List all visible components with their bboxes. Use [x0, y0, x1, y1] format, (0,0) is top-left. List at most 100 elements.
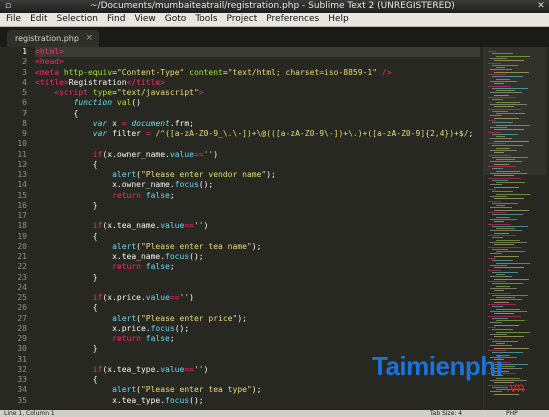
code-line[interactable]: return false; — [35, 191, 480, 201]
minimap-line — [496, 228, 515, 230]
code-line[interactable]: return false; — [35, 262, 480, 272]
code-line[interactable]: if(x.owner_name.value=='') — [35, 150, 480, 160]
code-line[interactable]: <title>Registration</title> — [35, 78, 480, 88]
menu-file[interactable]: File — [3, 13, 24, 26]
minimap-line — [496, 297, 515, 299]
code-line[interactable]: } — [35, 273, 480, 283]
code-line[interactable]: x.tea_name.focus(); — [35, 252, 480, 262]
code-line[interactable]: alert("Please enter tea name"); — [35, 242, 480, 252]
code-token: (x.price. — [102, 293, 146, 302]
menu-edit[interactable]: Edit — [27, 13, 50, 26]
minimap-line — [488, 177, 521, 179]
fold-arrow-icon[interactable]: ▾ — [24, 232, 28, 242]
code-line[interactable] — [35, 211, 480, 221]
line-number: 5 ▾ — [22, 88, 28, 98]
code-line[interactable]: return false; — [35, 334, 480, 344]
line-number: 20 — [17, 241, 27, 251]
code-line[interactable]: var x = document.frm; — [35, 119, 480, 129]
minimap-line — [494, 106, 514, 108]
code-token: (x.tea_type. — [102, 364, 161, 374]
fold-arrow-icon[interactable]: ▾ — [24, 375, 28, 385]
menu-goto[interactable]: Goto — [162, 13, 190, 26]
minimap-line — [496, 262, 530, 264]
code-line[interactable]: alert("Please enter vendor name"); — [35, 170, 480, 180]
code-line[interactable]: <meta http-equiv="Content-Type" content=… — [35, 68, 480, 78]
fold-arrow-icon[interactable]: ▾ — [24, 88, 28, 98]
minimap-line — [488, 143, 506, 144]
minimap-line — [488, 131, 501, 133]
code-line[interactable]: <head> — [35, 57, 480, 67]
minimap-line — [496, 136, 505, 138]
minimap-line — [492, 294, 528, 296]
code-line[interactable]: <html> — [35, 47, 480, 58]
fold-arrow-icon[interactable]: ▾ — [24, 109, 28, 119]
code-token: content — [184, 67, 223, 77]
syntax-mode[interactable]: PHP — [506, 410, 518, 417]
fold-arrow-icon[interactable]: ▾ — [24, 57, 28, 67]
line-number: 17 — [17, 211, 27, 220]
minimap-line — [494, 301, 509, 303]
minimap-line — [492, 329, 513, 331]
fold-arrow-icon[interactable]: ▾ — [24, 303, 28, 313]
code-line[interactable]: if(x.tea_name.value=='') — [35, 221, 480, 231]
minimap-line — [492, 76, 523, 78]
menu-tools[interactable]: Tools — [192, 13, 220, 26]
fold-arrow-icon[interactable]: ▾ — [24, 160, 28, 170]
title-bar: ▫ ~/Documents/mumbaiteatrail/registratio… — [0, 0, 549, 13]
minimap-line — [488, 51, 496, 52]
code-token: if — [92, 221, 103, 231]
editor[interactable]: 1 ▾ 2 ▾ 3 4 5 ▾ 6 ▾ 7 ▾ 8 9 10 11 12 ▾ 13 14 15 16 17 18 19 ▾ 20 21… — [0, 47, 549, 410]
code-line[interactable]: var filter = /^([a-zA-Z0-9_\.\-])+\@(([a… — [35, 129, 480, 139]
menu-bar: File Edit Selection Find View Goto Tools Projec… — [0, 13, 549, 27]
minimap-line — [496, 55, 530, 57]
menu-selection[interactable]: Selection — [54, 13, 101, 26]
minimap-line — [492, 87, 528, 89]
code-line[interactable]: { — [35, 303, 480, 313]
code-line[interactable]: { — [35, 109, 480, 119]
code-line[interactable]: alert("Please enter price"); — [35, 314, 480, 324]
code-line[interactable] — [35, 139, 480, 149]
line-number: 10 — [17, 139, 27, 149]
code-token: var — [92, 129, 113, 138]
code-token: value — [160, 221, 185, 231]
minimap-line — [494, 290, 504, 292]
menu-view[interactable]: View — [131, 13, 158, 26]
minimap-line — [494, 232, 509, 234]
minimap-line — [496, 320, 525, 322]
minimap-line — [492, 64, 518, 66]
minimap-line — [490, 92, 522, 94]
line-number: 32 — [17, 364, 27, 374]
code-line[interactable]: } — [35, 201, 480, 211]
menu-help[interactable]: Help — [325, 13, 352, 26]
minimap-line — [490, 230, 522, 232]
code-line[interactable] — [35, 283, 480, 293]
tab-registration-php[interactable]: registration.php × — [7, 30, 99, 47]
tab-size[interactable]: Tab Size: 4 — [430, 410, 462, 417]
fold-arrow-icon[interactable]: ▾ — [24, 47, 28, 57]
tab-close-icon[interactable]: × — [85, 30, 93, 47]
fold-arrow-icon[interactable]: ▾ — [24, 98, 28, 108]
code-line[interactable]: function val() — [35, 98, 480, 108]
minimap-line — [494, 140, 529, 142]
code-line[interactable]: if(x.price.value=='') — [35, 293, 480, 303]
code-line[interactable]: { — [35, 232, 480, 242]
menu-preferences[interactable]: Preferences — [263, 13, 322, 26]
minimap-line — [494, 244, 514, 246]
menu-find[interactable]: Find — [104, 13, 128, 26]
code-line[interactable]: <script type="text/javascript"> — [35, 88, 480, 98]
code-token: ); — [266, 170, 276, 179]
window-menu-icon[interactable]: ▫ — [3, 1, 13, 11]
code-line[interactable]: { — [35, 160, 480, 170]
minimap-line — [494, 209, 529, 211]
code-token: /^([a-zA-Z0-9_\.\-])+\@(([a-zA-Z0-9\-])+… — [155, 129, 469, 138]
close-window-icon[interactable]: ✕ — [536, 1, 546, 11]
menu-project[interactable]: Project — [223, 13, 260, 26]
code-line[interactable]: x.owner_name.focus(); — [35, 180, 480, 190]
minimap-line — [496, 159, 515, 161]
minimap-line — [492, 110, 508, 112]
code-token: </title> — [126, 77, 166, 87]
code-line[interactable]: x.price.focus(); — [35, 324, 480, 334]
